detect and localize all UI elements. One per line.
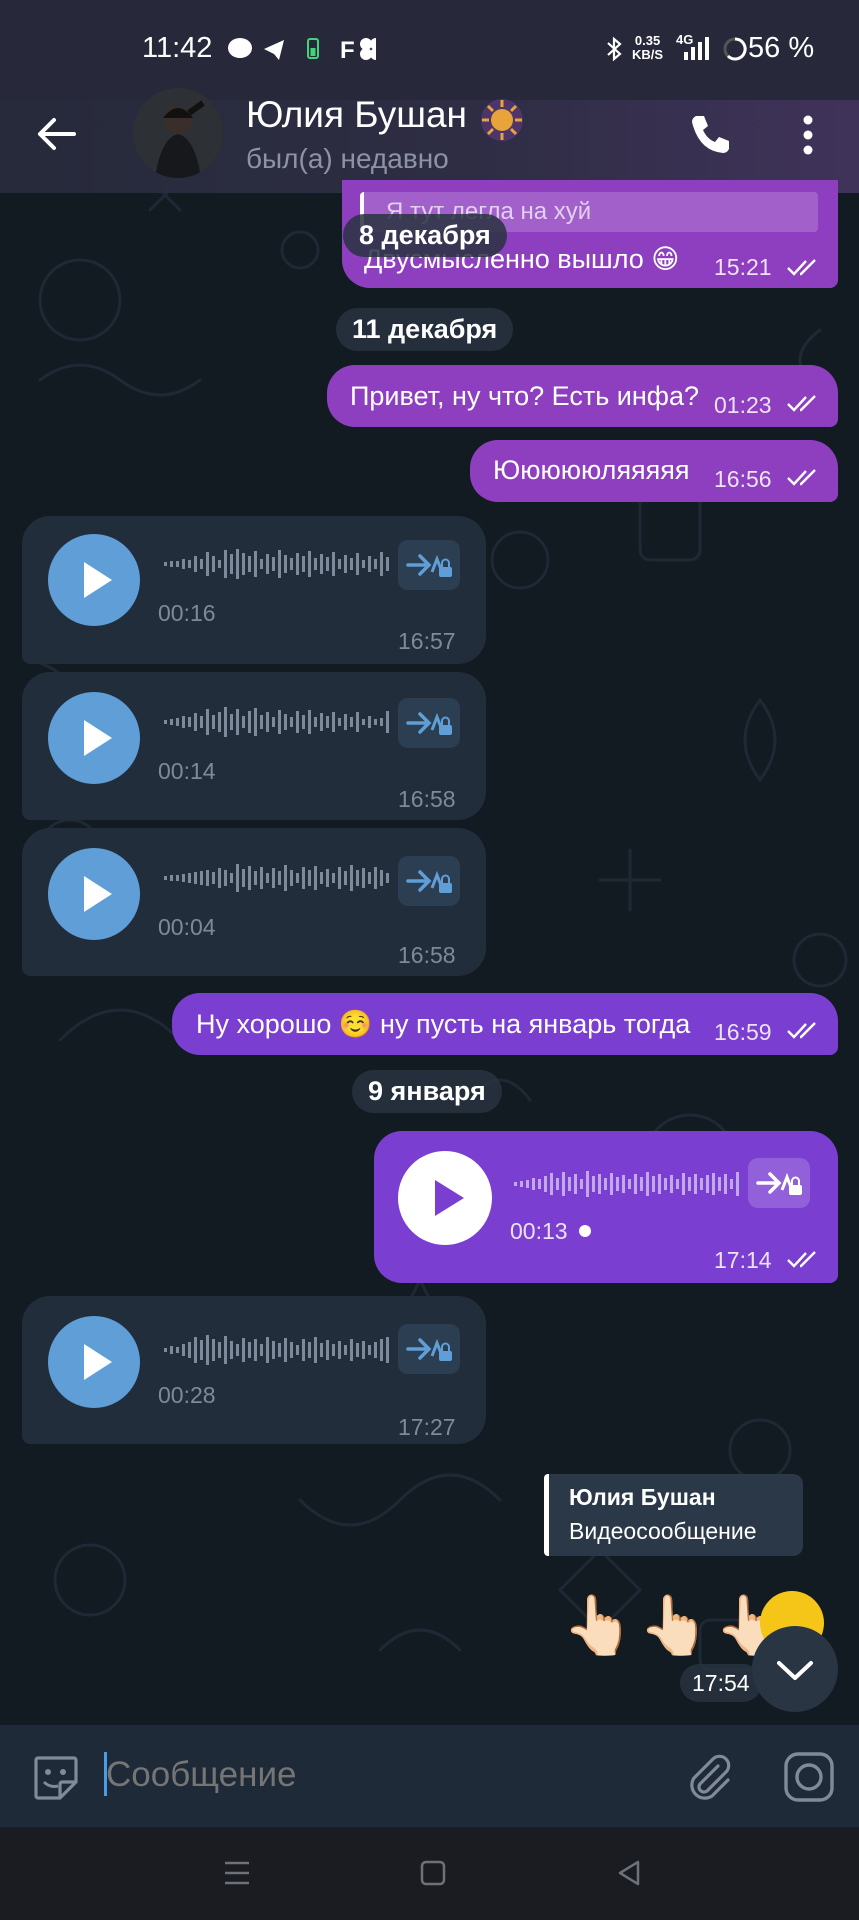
transcribe-lock-icon bbox=[756, 1172, 802, 1195]
reply-preview[interactable]: Юлия Бушан Видеосообщение bbox=[544, 1474, 803, 1556]
message-text: Юююююляяяяя bbox=[493, 455, 690, 485]
transcribe-button[interactable] bbox=[748, 1158, 810, 1208]
back-triangle-icon[interactable] bbox=[614, 1858, 644, 1888]
scroll-down-icon[interactable] bbox=[752, 1626, 838, 1712]
battery-level: 56 % bbox=[748, 32, 815, 64]
svg-text:F: F bbox=[340, 37, 355, 62]
emoji-status-sun-icon bbox=[481, 99, 523, 141]
transcribe-button[interactable] bbox=[398, 540, 460, 590]
transcribe-lock-icon bbox=[406, 1338, 452, 1361]
network-speed-unit: KB/S bbox=[632, 47, 664, 62]
voice-duration: 00:04 bbox=[158, 914, 216, 940]
battery-ring-icon bbox=[723, 37, 747, 61]
home-square-icon[interactable] bbox=[418, 1858, 448, 1888]
voice-duration: 00:16 bbox=[158, 600, 216, 626]
message-time: 17:14 bbox=[714, 1247, 772, 1273]
chat-title[interactable]: Юлия Бушан bbox=[246, 94, 467, 136]
date-separator: 11 декабря bbox=[336, 308, 514, 351]
network-speed-value: 0.35 bbox=[634, 33, 661, 48]
voice-waveform[interactable] bbox=[514, 1164, 740, 1204]
message-text: Ну хорошо ☺️ ну пусть на январь тогда bbox=[196, 1009, 691, 1039]
emoji-time-pill: 17:54 bbox=[680, 1664, 762, 1702]
last-seen-status: был(а) недавно bbox=[246, 143, 449, 174]
double-check-icon bbox=[787, 1022, 816, 1039]
play-icon[interactable] bbox=[48, 848, 140, 940]
transcribe-lock-icon bbox=[406, 712, 452, 735]
camera-video-message-icon[interactable] bbox=[782, 1750, 836, 1804]
avatar[interactable] bbox=[133, 88, 223, 178]
date-separator: 9 января bbox=[352, 1070, 502, 1113]
status-time: 11:42 bbox=[142, 32, 213, 64]
back-arrow-icon[interactable] bbox=[34, 112, 78, 156]
message-time: 16:56 bbox=[714, 466, 772, 492]
play-icon[interactable] bbox=[48, 534, 140, 626]
message-time: 16:57 bbox=[398, 628, 456, 654]
message-time: 16:58 bbox=[398, 942, 456, 968]
phone-icon[interactable] bbox=[684, 110, 734, 160]
double-check-icon bbox=[787, 469, 816, 486]
sticker-icon[interactable] bbox=[30, 1752, 82, 1804]
signal-icon bbox=[684, 37, 709, 60]
message-time: 16:58 bbox=[398, 786, 456, 812]
attach-icon[interactable] bbox=[684, 1752, 736, 1804]
voice-waveform[interactable] bbox=[164, 1330, 390, 1370]
reply-text: Видеосообщение bbox=[569, 1518, 757, 1544]
transcribe-button[interactable] bbox=[398, 856, 460, 906]
menu-lines-icon[interactable] bbox=[222, 1858, 252, 1888]
message-time: 15:21 bbox=[714, 254, 772, 280]
more-vertical-icon[interactable] bbox=[790, 110, 826, 160]
voice-duration: 00:14 bbox=[158, 758, 216, 784]
voice-duration: 00:28 bbox=[158, 1382, 216, 1408]
date-separator: 8 декабря bbox=[343, 214, 507, 257]
bluetooth-icon bbox=[607, 36, 622, 62]
reply-author: Юлия Бушан bbox=[569, 1484, 716, 1510]
voice-duration: 00:13 bbox=[510, 1218, 568, 1244]
voice-waveform[interactable] bbox=[164, 702, 390, 742]
transcribe-button[interactable] bbox=[398, 698, 460, 748]
transcribe-lock-icon bbox=[406, 870, 452, 893]
play-icon[interactable] bbox=[48, 692, 140, 784]
play-icon[interactable] bbox=[48, 1316, 140, 1408]
transcribe-button[interactable] bbox=[398, 1324, 460, 1374]
play-icon[interactable] bbox=[398, 1151, 492, 1245]
network-speed: 0.35 KB/S bbox=[632, 34, 663, 62]
message-time: 16:59 bbox=[714, 1019, 772, 1045]
double-check-icon bbox=[787, 395, 816, 412]
transcribe-lock-icon bbox=[406, 554, 452, 577]
message-time: 17:27 bbox=[398, 1414, 456, 1440]
unplayed-dot bbox=[579, 1225, 591, 1237]
message-time: 17:54 bbox=[692, 1670, 750, 1696]
message-input[interactable] bbox=[102, 1748, 666, 1802]
double-check-icon bbox=[787, 1251, 816, 1268]
voice-waveform[interactable] bbox=[164, 544, 390, 584]
double-check-icon bbox=[787, 259, 816, 276]
voice-waveform[interactable] bbox=[164, 858, 390, 898]
message-text: Привет, ну что? Есть инфа? bbox=[350, 381, 699, 411]
notification-icons: F bbox=[228, 37, 376, 62]
message-time: 01:23 bbox=[714, 392, 772, 418]
